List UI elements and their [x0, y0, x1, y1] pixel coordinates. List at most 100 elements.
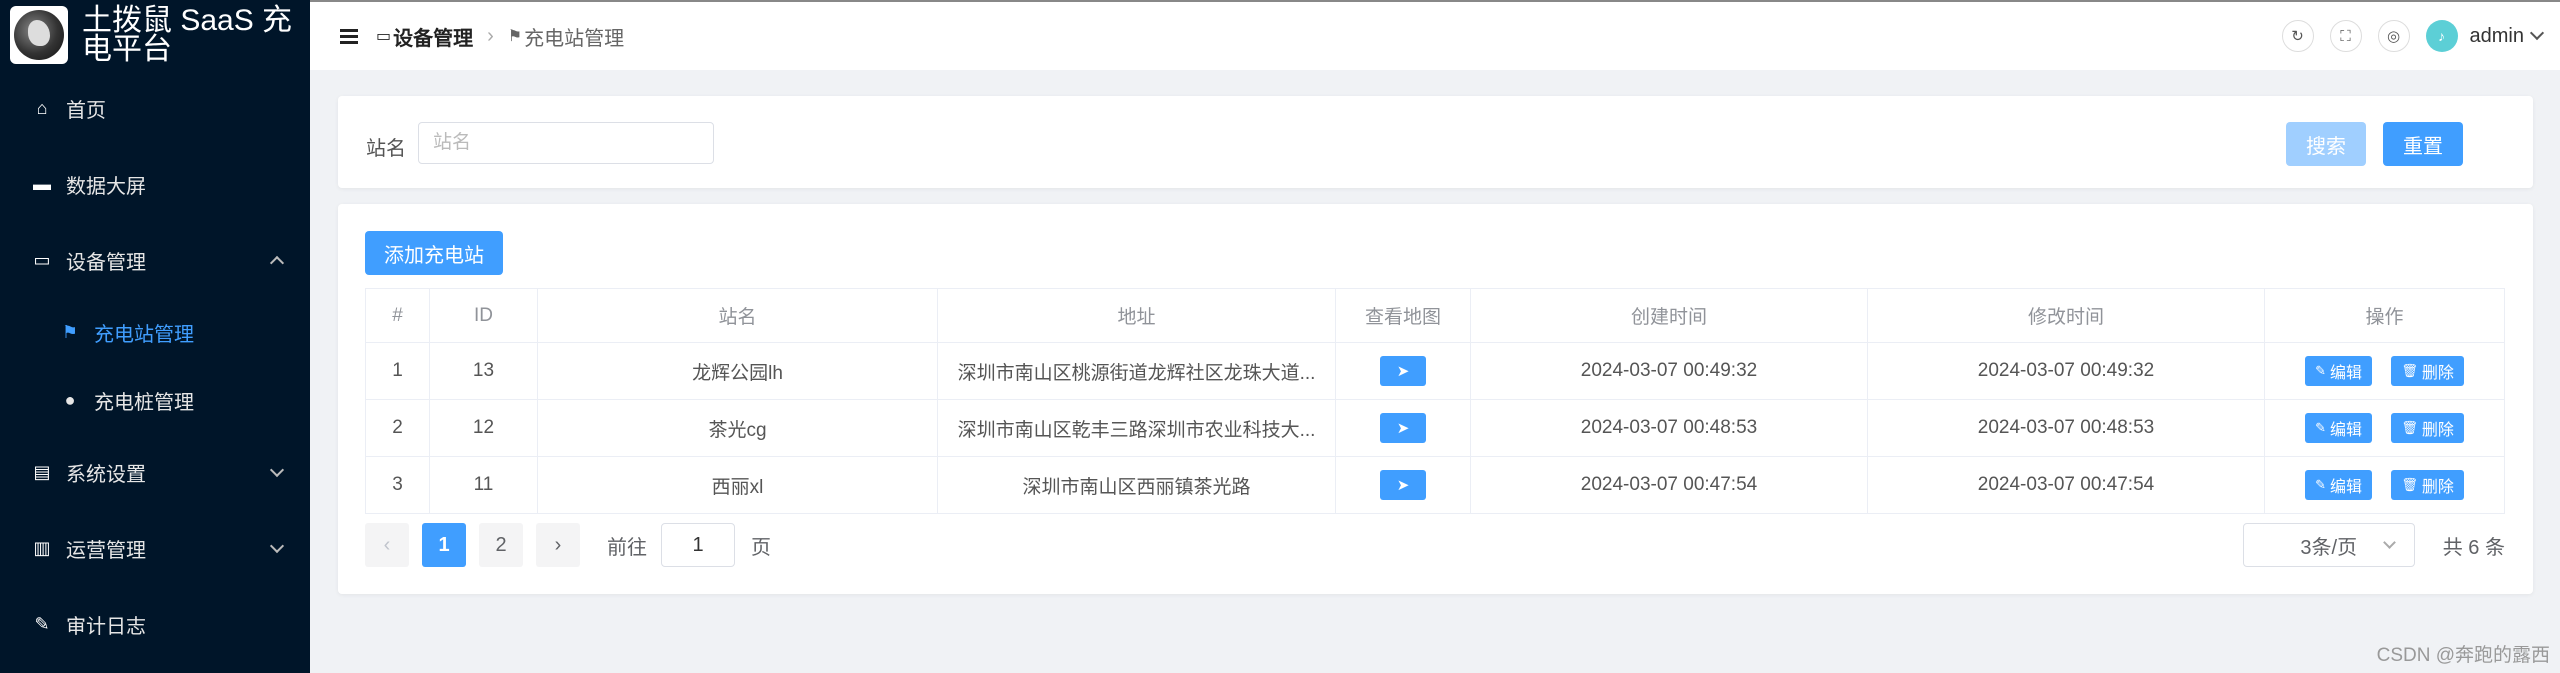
location-arrow-icon: ➤: [1396, 363, 1410, 380]
edit-icon: ✎: [2315, 363, 2327, 378]
sidebar-item-label: 运营管理: [66, 539, 146, 562]
pagination: ‹ 1 2 › 前往 页: [365, 523, 771, 567]
location-arrow-icon: ➤: [1396, 477, 1410, 494]
flag-icon: ⚑: [61, 321, 79, 342]
cell-actions: ✎ 编辑 🗑 删除: [2264, 456, 2505, 514]
station-name-label: 站名: [366, 138, 406, 160]
sidebar-item-label: 设备管理: [66, 251, 146, 274]
home-icon: ⌂: [36, 97, 48, 118]
column-header: 站名: [537, 288, 938, 343]
sidebar-item-label: 系统设置: [66, 463, 146, 486]
page-size-value: 3条/页: [2300, 536, 2358, 559]
column-header: 操作: [2264, 288, 2505, 343]
breadcrumb-item[interactable]: ▭ 设备管理: [376, 22, 473, 51]
cell-updated: 2024-03-07 00:49:32: [1867, 342, 2265, 400]
sidebar-item-label: 审计日志: [66, 615, 146, 638]
sidebar-item-label: 数据大屏: [66, 175, 146, 198]
cell-id: 11: [429, 456, 538, 514]
chevron-down-icon: [269, 462, 285, 478]
cell-created: 2024-03-07 00:47:54: [1470, 456, 1868, 514]
search-panel: 站名 搜索 重置: [338, 96, 2533, 188]
top-header: ▭ 设备管理 › ⚑ 充电站管理 ↻ ⛶ ◎ ♪ admin: [310, 0, 2560, 70]
sidebar-item-station-management[interactable]: ⚑ 充电站管理: [0, 298, 310, 366]
table-panel: 添加充电站 # ID 站名 地址 查看地图 创建时间 修改时间 操作 1 13 …: [338, 204, 2533, 594]
cell-map: ➤: [1335, 342, 1471, 400]
username[interactable]: admin: [2470, 25, 2524, 48]
goto-page-input[interactable]: [661, 523, 735, 567]
chevron-up-icon: [269, 255, 285, 271]
next-page-button[interactable]: ›: [536, 523, 580, 567]
refresh-icon[interactable]: ↻: [2281, 20, 2314, 52]
table-row: 3 11 西丽xl 深圳市南山区西丽镇茶光路 ➤ 2024-03-07 00:4…: [365, 456, 2505, 514]
cell-map: ➤: [1335, 456, 1471, 514]
monitor-icon: ▬: [33, 173, 51, 194]
cell-updated: 2024-03-07 00:47:54: [1867, 456, 2265, 514]
column-header: ID: [429, 288, 538, 343]
page-button[interactable]: 1: [422, 523, 466, 567]
stations-table: # ID 站名 地址 查看地图 创建时间 修改时间 操作 1 13 龙辉公园lh…: [365, 288, 2505, 514]
folder-icon: ▭: [376, 28, 392, 45]
sidebar-item-device-management[interactable]: ▭ 设备管理: [0, 222, 310, 298]
reset-button[interactable]: 重置: [2383, 122, 2463, 166]
cell-actions: ✎ 编辑 🗑 删除: [2264, 342, 2505, 400]
trash-icon: 🗑: [2401, 420, 2418, 435]
add-station-button[interactable]: 添加充电站: [365, 231, 503, 275]
user-icon: ●: [64, 389, 76, 410]
view-map-button[interactable]: ➤: [1380, 356, 1426, 386]
cell-map: ➤: [1335, 399, 1471, 457]
delete-button[interactable]: 🗑 删除: [2391, 413, 2464, 443]
sidebar-item-system-settings[interactable]: ▤ 系统设置: [0, 434, 310, 510]
sidebar-item-dashboard[interactable]: ▬ 数据大屏: [0, 146, 310, 222]
cell-address: 深圳市南山区乾丰三路深圳市农业科技大...: [937, 399, 1336, 457]
goto-page: 前往 页: [607, 523, 771, 567]
chevron-down-icon[interactable]: [2529, 25, 2545, 41]
fullscreen-icon[interactable]: ⛶: [2329, 20, 2362, 52]
cell-index: 3: [365, 456, 430, 514]
prev-page-button[interactable]: ‹: [365, 523, 409, 567]
sidebar-item-home[interactable]: ⌂ 首页: [0, 70, 310, 146]
table-row: 1 13 龙辉公园lh 深圳市南山区桃源街道龙辉社区龙珠大道... ➤ 2024…: [365, 342, 2505, 400]
trash-icon: 🗑: [2401, 477, 2418, 492]
edit-button[interactable]: ✎ 编辑: [2305, 356, 2373, 386]
cell-id: 13: [429, 342, 538, 400]
view-map-button[interactable]: ➤: [1380, 413, 1426, 443]
total-count: 共 6 条: [2442, 536, 2505, 559]
goto-prefix: 前往: [607, 536, 647, 559]
trash-icon: 🗑: [2401, 363, 2418, 378]
cell-address: 深圳市南山区桃源街道龙辉社区龙珠大道...: [937, 342, 1336, 400]
cell-name: 西丽xl: [537, 456, 938, 514]
sidebar-item-label: 首页: [66, 99, 106, 122]
column-header: #: [365, 288, 430, 343]
cell-id: 12: [429, 399, 538, 457]
avatar[interactable]: ♪: [2425, 20, 2458, 52]
logo: 土拨鼠 SaaS 充电平台: [0, 0, 310, 70]
edit-button[interactable]: ✎ 编辑: [2305, 413, 2373, 443]
column-header: 地址: [937, 288, 1336, 343]
page-button[interactable]: 2: [479, 523, 523, 567]
sidebar-item-audit-log[interactable]: ✎ 审计日志: [0, 586, 310, 662]
page-size-select[interactable]: 3条/页: [2242, 523, 2415, 567]
clipboard-icon: ▤: [33, 461, 51, 482]
sidebar-item-operations[interactable]: ▥ 运营管理: [0, 510, 310, 586]
cell-index: 1: [365, 342, 430, 400]
view-map-button[interactable]: ➤: [1380, 470, 1426, 500]
cell-name: 茶光cg: [537, 399, 938, 457]
breadcrumb-separator: ›: [487, 24, 494, 47]
delete-button[interactable]: 🗑 删除: [2391, 356, 2464, 386]
sidebar-item-pile-management[interactable]: ● 充电桩管理: [0, 366, 310, 434]
table-header-row: # ID 站名 地址 查看地图 创建时间 修改时间 操作: [365, 288, 2505, 343]
breadcrumb-item: ⚑ 充电站管理: [507, 27, 625, 50]
flag-icon: ⚑: [507, 28, 523, 45]
delete-button[interactable]: 🗑 删除: [2391, 470, 2464, 500]
cell-actions: ✎ 编辑 🗑 删除: [2264, 399, 2505, 457]
edit-button[interactable]: ✎ 编辑: [2305, 470, 2373, 500]
search-button[interactable]: 搜索: [2286, 122, 2366, 166]
menu-toggle-icon[interactable]: [340, 28, 358, 44]
settings-icon[interactable]: ◎: [2377, 20, 2410, 52]
breadcrumb: ▭ 设备管理 › ⚑ 充电站管理: [376, 22, 624, 51]
edit-icon: ✎: [2315, 420, 2327, 435]
app-title: 土拨鼠 SaaS 充电平台: [82, 4, 293, 66]
column-header: 查看地图: [1335, 288, 1471, 343]
station-name-input[interactable]: [418, 122, 714, 164]
logo-image: [10, 6, 68, 64]
